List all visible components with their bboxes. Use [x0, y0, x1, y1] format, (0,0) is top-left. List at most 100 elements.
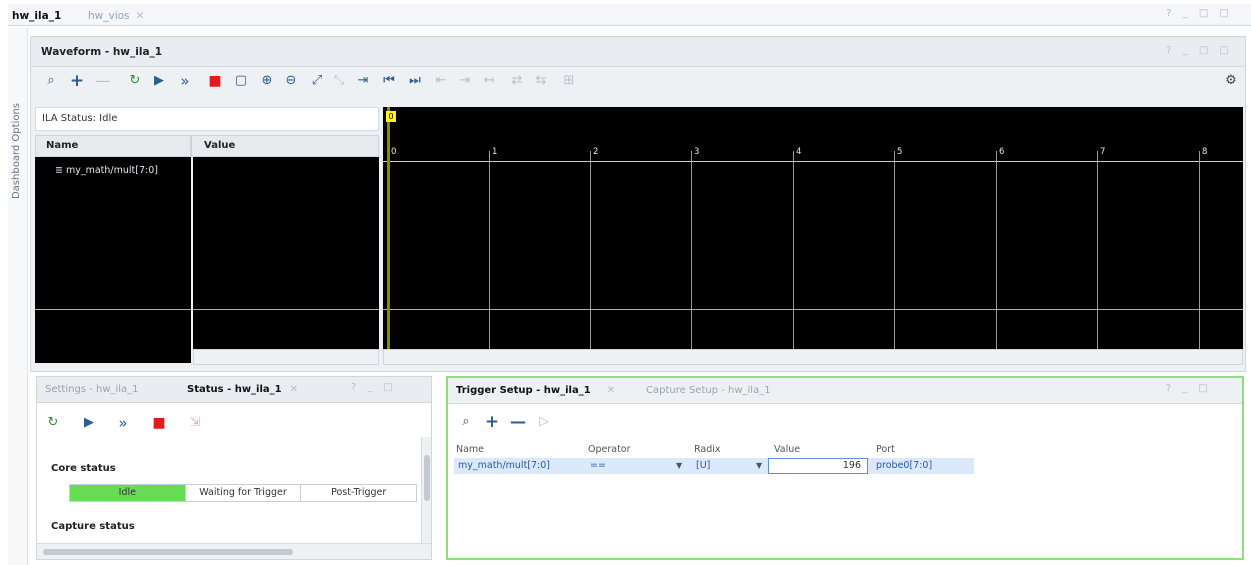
gridline	[590, 151, 591, 349]
column-header-name: Name	[456, 444, 485, 455]
tab-hw-ila-1[interactable]: hw_ila_1	[12, 7, 61, 25]
vertical-scrollbar[interactable]	[421, 437, 431, 543]
close-icon[interactable]: ✕	[290, 384, 298, 395]
panel-controls[interactable]: ? _ □	[351, 382, 397, 393]
dashboard-options-label: Dashboard Options	[11, 103, 22, 200]
waveform-panel: Waveform - hw_ila_1 ? _ □ □ ⌕ + — ↻ ▶ » …	[30, 36, 1246, 372]
signal-name: my_math/mult[7:0]	[65, 165, 158, 176]
signal-name-list[interactable]: ≣ my_math/mult[7:0]	[35, 157, 191, 363]
cursor-marker[interactable]: 0	[386, 111, 396, 122]
scrollbar-thumb[interactable]	[43, 549, 293, 555]
status-panel-tabs: Settings - hw_ila_1 Status - hw_ila_1 ✕ ?…	[37, 377, 431, 403]
auto-retrigger-icon[interactable]: »	[115, 415, 131, 431]
gridline	[1199, 151, 1200, 349]
run-trigger-immediate-icon[interactable]: ↻	[45, 415, 61, 431]
waveform-toolbar: ⌕ + — ↻ ▶ » ■ ▢ ⊕ ⊖ ⤢ ⤡ ⇥ ⏮ ⏭ ⇤ ⇥ ↤ ⇄ ⇆ …	[31, 69, 1245, 95]
chevron-down-icon[interactable]: ▼	[676, 461, 682, 470]
ila-status-field: ILA Status: Idle	[35, 107, 379, 131]
tab-label: hw_vios	[88, 10, 130, 22]
status-panel: Settings - hw_ila_1 Status - hw_ila_1 ✕ ?…	[36, 376, 432, 560]
trigger-condition-row[interactable]: my_math/mult[7:0] == ▼ [U] ▼ 196 probe0[…	[454, 458, 974, 474]
time-tick-label: 7	[1100, 147, 1106, 157]
waveform-title: Waveform - hw_ila_1	[41, 46, 163, 58]
dashboard-options-sidebar[interactable]: Dashboard Options	[8, 28, 28, 565]
search-icon[interactable]: ⌕	[458, 414, 474, 430]
trigger-condition-icon[interactable]: ▷	[536, 414, 552, 430]
panel-controls[interactable]: ? _ □	[1166, 383, 1212, 394]
stop-icon[interactable]: ■	[207, 73, 223, 89]
stop-icon[interactable]: ■	[151, 415, 167, 431]
zoom-full-icon[interactable]: ⤡	[331, 73, 347, 89]
time-tick-label: 1	[492, 147, 498, 157]
waveform-scrollbar[interactable]	[383, 349, 1243, 365]
search-icon[interactable]: ⌕	[43, 73, 59, 89]
column-header-port: Port	[876, 444, 895, 455]
remove-icon[interactable]: —	[95, 73, 111, 89]
name-column-header[interactable]: Name	[35, 135, 191, 157]
time-tick-label: 0	[391, 147, 397, 157]
horizontal-scrollbar[interactable]	[37, 543, 431, 559]
trigger-setup-panel: Trigger Setup - hw_ila_1 ✕ Capture Setup …	[446, 376, 1244, 560]
cursor-line[interactable]	[387, 107, 390, 349]
signal-row[interactable]: ≣ my_math/mult[7:0]	[55, 165, 158, 176]
cut-icon[interactable]: ⇆	[533, 73, 549, 89]
zoom-in-icon[interactable]: ⊕	[259, 73, 275, 89]
time-tick-label: 5	[897, 147, 903, 157]
add-marker-icon[interactable]: ↤	[481, 73, 497, 89]
zoom-fit-icon[interactable]: ⤢	[309, 73, 325, 89]
export-icon[interactable]: ▢	[233, 73, 249, 89]
tab-trigger-setup[interactable]: Trigger Setup - hw_ila_1 ✕	[456, 385, 615, 396]
signal-value-list	[193, 157, 379, 349]
time-tick-label: 2	[593, 147, 599, 157]
add-icon[interactable]: +	[484, 414, 500, 431]
divider	[383, 309, 1243, 310]
divider	[35, 309, 191, 310]
gridline	[691, 151, 692, 349]
tab-status[interactable]: Status - hw_ila_1 ✕	[187, 384, 298, 395]
add-icon[interactable]: +	[69, 73, 85, 90]
trigger-probe-name: my_math/mult[7:0]	[458, 460, 550, 471]
window-controls[interactable]: ? _ □ □	[1166, 8, 1233, 19]
tab-capture-setup[interactable]: Capture Setup - hw_ila_1	[646, 385, 771, 396]
status-post-trigger: Post-Trigger	[301, 485, 417, 501]
next-transition-icon[interactable]: ⇥	[457, 73, 473, 89]
go-to-cursor-icon[interactable]: ⇥	[355, 73, 371, 89]
swap-cursor-icon[interactable]: ⇄	[509, 73, 525, 89]
waveform-panel-controls[interactable]: ? _ □ □	[1166, 45, 1233, 56]
trigger-value-input[interactable]: 196	[768, 458, 868, 474]
column-header-operator: Operator	[588, 444, 631, 455]
previous-transition-icon[interactable]: ⇤	[433, 73, 449, 89]
auto-retrigger-icon[interactable]: »	[177, 73, 193, 89]
value-column-header[interactable]: Value	[191, 135, 379, 157]
remove-icon[interactable]: —	[510, 414, 526, 430]
divider	[193, 309, 379, 310]
tab-label: Settings - hw_ila_1	[45, 384, 139, 395]
paste-icon[interactable]: ⊞	[561, 73, 577, 89]
tab-label: Capture Setup - hw_ila_1	[646, 385, 771, 396]
gridline	[894, 151, 895, 349]
radix-select[interactable]: [U]	[696, 460, 710, 471]
close-icon[interactable]: ✕	[607, 385, 615, 396]
bus-icon: ≣	[55, 165, 66, 176]
tab-label: Trigger Setup - hw_ila_1	[456, 385, 591, 396]
chevron-down-icon[interactable]: ▼	[756, 461, 762, 470]
values-scrollbar[interactable]	[193, 349, 379, 365]
go-to-end-icon[interactable]: ⏭	[407, 73, 423, 89]
scrollbar-thumb[interactable]	[424, 455, 430, 501]
trigger-immediate-icon[interactable]: ⇲	[187, 415, 203, 431]
close-icon[interactable]: ✕	[136, 10, 145, 22]
time-ruler	[383, 161, 1243, 162]
run-trigger-icon[interactable]: ▶	[151, 73, 167, 89]
zoom-out-icon[interactable]: ⊖	[283, 73, 299, 89]
settings-icon[interactable]: ⚙	[1223, 73, 1239, 89]
tab-settings[interactable]: Settings - hw_ila_1	[45, 384, 139, 395]
go-to-start-icon[interactable]: ⏮	[381, 73, 397, 89]
waveform-canvas[interactable]: 0 1 2 3 4 5 6 7 8 0	[383, 107, 1243, 349]
tab-hw-vios[interactable]: hw_vios ✕	[88, 7, 144, 25]
operator-select[interactable]: ==	[590, 460, 606, 471]
run-trigger-icon[interactable]: ▶	[81, 415, 97, 431]
document-tab-bar: hw_ila_1 hw_vios ✕ ? _ □ □	[8, 4, 1251, 26]
run-trigger-immediate-icon[interactable]: ↻	[127, 73, 143, 89]
status-waiting-for-trigger: Waiting for Trigger	[185, 485, 302, 501]
capture-status-title: Capture status	[51, 521, 135, 532]
